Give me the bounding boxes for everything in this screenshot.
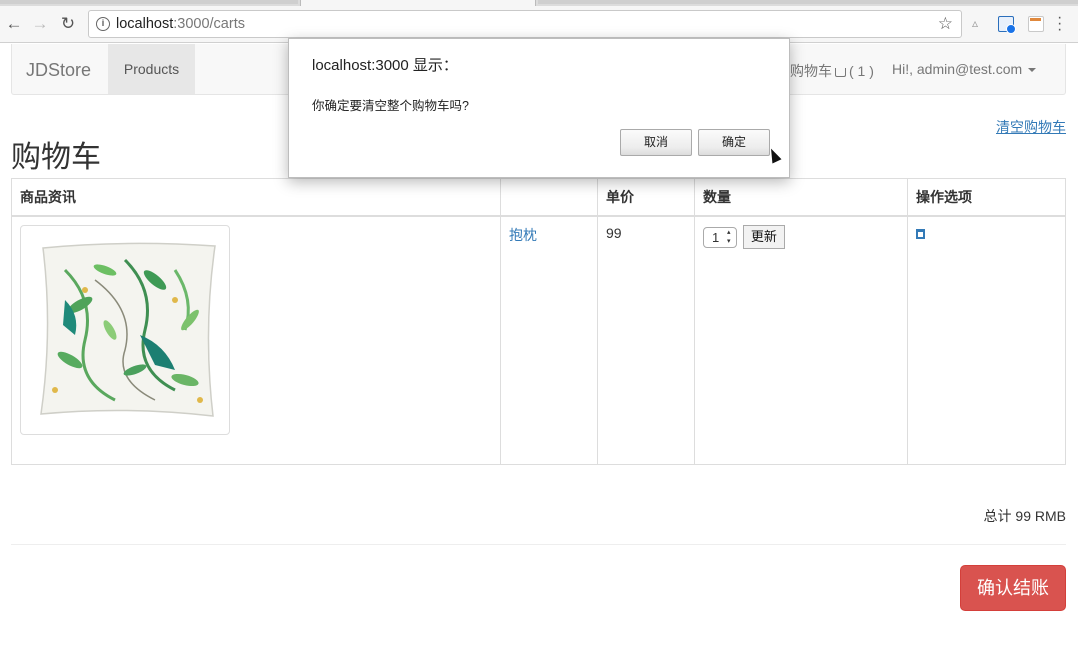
cart-total: 总计 99 RMB	[983, 508, 1066, 524]
caret-down-icon	[1028, 68, 1037, 73]
reload-icon[interactable]: ↻	[58, 14, 78, 34]
table-header-row: 商品资讯 单价 数量 操作选项	[11, 178, 1066, 217]
update-quantity-button[interactable]: 更新	[742, 225, 785, 249]
page-title: 购物车	[11, 141, 101, 174]
header-actions: 操作选项	[907, 178, 1066, 217]
dialog-title: localhost:3000 显示：	[312, 57, 458, 74]
extension-icon[interactable]: ▵	[972, 16, 988, 32]
back-icon[interactable]: ←	[4, 14, 24, 34]
brand-logo[interactable]: JDStore	[26, 60, 91, 81]
header-quantity: 数量	[694, 178, 908, 217]
checkout-button[interactable]: 确认结账	[960, 565, 1066, 611]
info-icon[interactable]: i	[96, 17, 110, 31]
header-product-name	[500, 178, 598, 217]
nav-user-label: Hi!, admin@test.com	[892, 61, 1023, 77]
url-host: localhost	[116, 16, 174, 32]
cancel-button[interactable]: 取消	[620, 129, 692, 156]
product-name-cell: 抱枕	[500, 215, 598, 465]
address-bar[interactable]: i localhost:3000/carts ☆	[88, 10, 962, 38]
address-url[interactable]: localhost:3000/carts	[116, 16, 245, 32]
confirm-dialog: localhost:3000 显示： 你确定要清空整个购物车吗? 取消 确定	[288, 38, 790, 178]
star-icon[interactable]: ☆	[938, 14, 953, 34]
cart-table: 商品资讯 单价 数量 操作选项 抱枕 99 1 ▴▾ 更新	[11, 178, 1066, 465]
actions-cell	[907, 215, 1066, 465]
screenshot-extension-icon[interactable]	[998, 16, 1016, 34]
product-name-link[interactable]: 抱枕	[509, 227, 537, 243]
url-path: :3000/carts	[173, 16, 245, 32]
browser-tab[interactable]	[538, 0, 1078, 4]
dialog-message: 你确定要清空整个购物车吗?	[312, 99, 469, 113]
nav-cart-label: 购物车	[790, 63, 832, 79]
browser-tab[interactable]	[0, 0, 298, 4]
product-image-cell	[11, 215, 501, 465]
unit-price: 99	[597, 215, 695, 465]
quantity-cell: 1 更新	[694, 215, 908, 465]
menu-icon[interactable]: · · ·	[1057, 10, 1063, 38]
quantity-select[interactable]: 1	[703, 226, 737, 248]
nav-cart-count: ( 1 )	[849, 63, 874, 79]
pillow-image	[40, 242, 216, 417]
table-row: 抱枕 99 1 更新	[11, 215, 1066, 465]
clear-cart-link[interactable]: 清空购物车	[996, 117, 1066, 137]
calendar-extension-icon[interactable]	[1028, 16, 1044, 32]
forward-icon[interactable]: →	[30, 14, 50, 34]
trash-icon[interactable]	[916, 229, 925, 239]
nav-cart[interactable]: 购物车 ( 1 )	[790, 61, 874, 81]
header-unit-price: 单价	[597, 178, 695, 217]
header-product-info: 商品资讯	[11, 178, 501, 217]
nav-products[interactable]: Products	[108, 44, 195, 94]
nav-user-dropdown[interactable]: Hi!, admin@test.com	[892, 61, 1037, 77]
shopping-cart-icon	[835, 68, 846, 77]
product-thumbnail[interactable]	[20, 225, 230, 435]
ok-button[interactable]: 确定	[698, 129, 770, 156]
divider	[11, 544, 1066, 545]
